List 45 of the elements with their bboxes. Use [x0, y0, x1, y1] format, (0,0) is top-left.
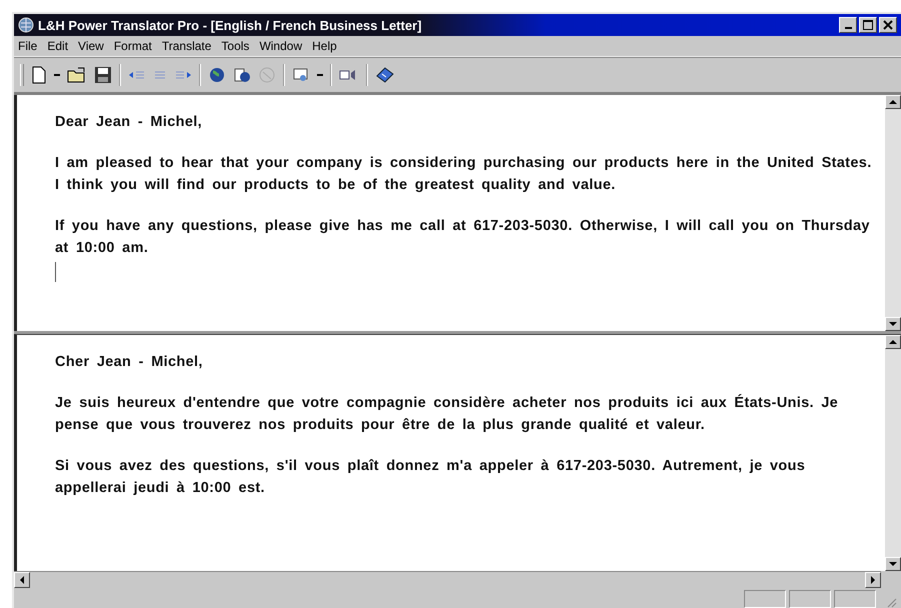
maximize-button[interactable]: [859, 17, 877, 33]
globe-icon[interactable]: [208, 66, 226, 84]
maximize-icon: [863, 20, 873, 30]
scroll-up-button[interactable]: [885, 95, 901, 109]
scroll-down-button[interactable]: [885, 557, 901, 571]
open-folder-icon[interactable]: [67, 66, 87, 84]
vertical-scrollbar[interactable]: [885, 95, 901, 331]
globe-icon: [18, 17, 34, 33]
menu-item[interactable]: Tools: [221, 39, 250, 53]
save-icon[interactable]: [94, 66, 112, 84]
paragraph: Je suis heureux d'entendre que votre compagnie considère acheter nos produits ici aux États-Unis. Je pense que vous trouverez nos produits pour être de la plus grande qualité et valeur.: [55, 393, 840, 435]
paragraph: Si vous avez des questions, s'il vous plaît donnez m'a appeler à 617-203-5030. Autrement, je vous appellerai jeudi à 10:00 est.: [55, 457, 806, 498]
new-document-icon[interactable]: [31, 66, 47, 84]
paragraph: Cher Jean - Michel,: [55, 353, 204, 372]
up-arrow-icon: [889, 339, 897, 345]
paragraph: Dear Jean - Michel,: [55, 113, 204, 132]
menu-item[interactable]: Translate: [162, 39, 212, 53]
scroll-down-button[interactable]: [885, 317, 901, 331]
paragraph: If you have any questions, please give has me call at 617-203-5030. Otherwise, I will call you on Thursday at 10:00 am.: [55, 217, 871, 258]
close-icon: [883, 20, 893, 30]
resize-grip-icon[interactable]: [885, 596, 897, 608]
up-arrow-icon: [889, 99, 897, 105]
menu-item[interactable]: Help: [312, 39, 337, 53]
menu-item[interactable]: View: [78, 39, 104, 53]
down-arrow-icon: [889, 561, 897, 567]
down-arrow-icon: [889, 321, 897, 327]
menu-item[interactable]: Format: [114, 39, 152, 53]
close-button[interactable]: [879, 17, 897, 33]
scroll-left-button[interactable]: [14, 572, 30, 588]
menu-item[interactable]: File: [18, 39, 38, 53]
left-arrow-icon: [19, 576, 25, 584]
scroll-up-button[interactable]: [885, 335, 901, 349]
window-title: L&H Power Translator Pro - [English / French Business Letter]: [38, 18, 423, 32]
menu-item[interactable]: Window: [259, 39, 302, 53]
status-panel: [744, 590, 786, 608]
menu-item[interactable]: Edit: [47, 39, 68, 53]
status-panel: [834, 590, 876, 608]
status-panel: [789, 590, 831, 608]
horizontal-scrollbar[interactable]: [14, 571, 881, 588]
vertical-scrollbar[interactable]: [885, 335, 901, 571]
minimize-icon: [844, 27, 852, 29]
paragraph: I am pleased to hear that your company is considering purchasing our products here in the United States. I think you will find our products to be of the greatest quality and value.: [55, 154, 873, 195]
right-arrow-icon: [870, 576, 876, 584]
scroll-right-button[interactable]: [865, 572, 881, 588]
minimize-button[interactable]: [839, 17, 857, 33]
